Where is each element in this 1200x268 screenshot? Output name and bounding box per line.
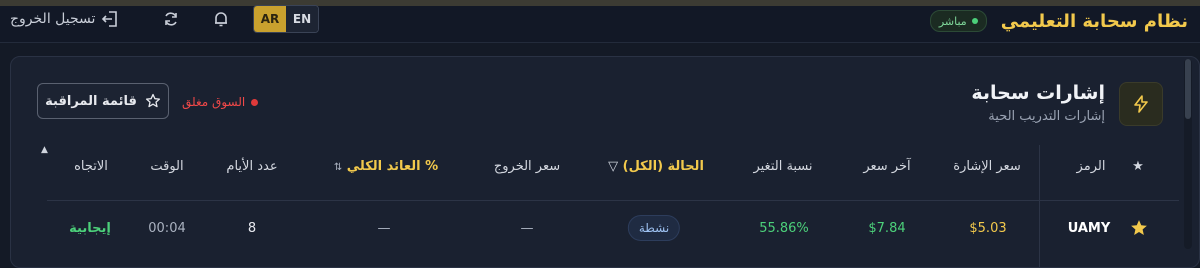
live-dot-icon [971,18,978,24]
signals-panel: إشارات سحابة إشارات التدريب الحية قائمة … [10,56,1200,268]
status-badge: نشطة [627,215,681,241]
sort-icon: ⇅ [333,162,343,173]
header-days[interactable]: عدد الأيام [226,159,277,174]
logout-button[interactable]: تسجيل الخروج [10,9,121,29]
header-last-price[interactable]: آخر سعر [863,159,910,174]
header-status: الحالة (الكل) [622,159,704,174]
live-badge: مباشر [929,10,987,32]
market-status-dot-icon [251,98,259,106]
cell-time: 00:04 [148,221,186,236]
star-outline-icon [145,93,160,108]
header-change-pct[interactable]: نسبة التغير [753,159,812,174]
lang-en-button[interactable]: EN [286,6,318,32]
lightning-icon [1134,95,1148,113]
header-total-return[interactable]: ⇅ العائد الكلي % [334,159,438,174]
header-total-return-label: العائد الكلي % [346,159,439,174]
cell-status: نشطة [627,215,681,241]
brand-title: نظام سحابة التعليمي [1000,10,1188,32]
header-divider [47,200,1179,201]
bell-icon [215,12,227,27]
cell-last-price: $7.84 [868,221,906,236]
top-stripe [0,0,1200,6]
cell-symbol[interactable]: UAMY [1068,221,1111,236]
top-bar: نظام سحابة التعليمي مباشر تسجيل الخروج A… [0,0,1200,43]
filter-icon: ▽ [608,159,619,174]
cell-exit-price: — [520,221,534,236]
language-switcher: AR EN [253,5,319,33]
market-status-label: السوق مغلق [182,95,246,109]
logout-label: تسجيل الخروج [10,11,96,27]
signals-table: ▲ ★ الرمز سعر الإشارة آخر سعر نسبة التغي… [41,145,1179,267]
cell-days: 8 [247,221,257,236]
header-star: ★ [1132,159,1144,174]
signals-badge [1119,82,1163,126]
panel-subtitle: إشارات التدريب الحية [988,109,1105,124]
header-symbol[interactable]: الرمز [1077,159,1106,174]
header-status-filter[interactable]: ▽ الحالة (الكل) [608,159,704,174]
cell-signal-price: $5.03 [969,221,1007,236]
vertical-scrollbar[interactable] [1184,59,1192,249]
notifications-button[interactable] [211,9,231,29]
column-divider [1039,145,1040,267]
header-exit-price[interactable]: سعر الخروج [494,159,560,174]
panel-title: إشارات سحابة [971,82,1105,104]
market-status: السوق مغلق [182,95,259,109]
cell-total-return: — [377,221,391,236]
favorite-star-icon[interactable] [1130,219,1148,237]
logout-icon [102,11,118,27]
watchlist-button[interactable]: قائمة المراقبة [37,83,169,119]
header-time[interactable]: الوقت [150,159,183,174]
header-direction[interactable]: الاتجاه [74,159,108,174]
scroll-up-icon[interactable]: ▲ [41,145,48,155]
header-signal-price[interactable]: سعر الإشارة [953,159,1020,174]
refresh-button[interactable] [161,9,181,29]
scrollbar-thumb[interactable] [1185,59,1191,119]
lang-ar-button[interactable]: AR [254,6,286,32]
refresh-icon [165,12,177,26]
live-label: مباشر [938,14,967,28]
cell-direction: إيجابية [69,221,111,236]
cell-change-pct: 55.86% [759,221,809,236]
watchlist-label: قائمة المراقبة [45,93,137,109]
brand: نظام سحابة التعليمي مباشر [929,10,1188,32]
